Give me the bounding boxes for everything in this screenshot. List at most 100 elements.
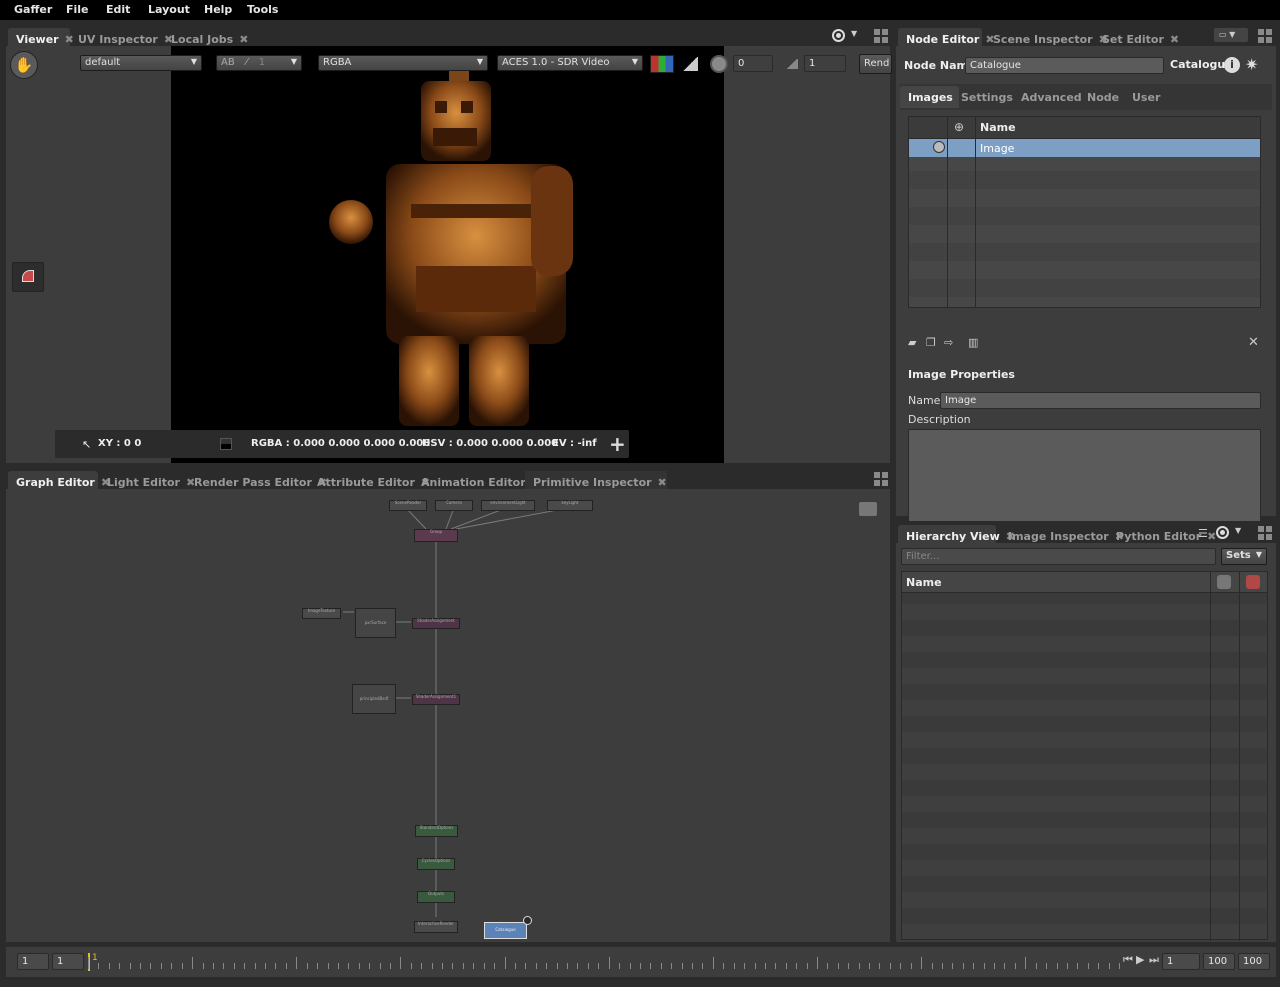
add-icon[interactable]: +	[609, 432, 626, 456]
layout-menu-button[interactable]: ▼	[832, 29, 862, 43]
timeline-tick	[1025, 957, 1026, 969]
duplicate-icon[interactable]: ❐	[926, 336, 936, 349]
menu-gaffer[interactable]: Gaffer	[14, 3, 52, 16]
layout-grid-icon[interactable]	[1258, 526, 1272, 540]
hierarchy-tree[interactable]: Name	[901, 571, 1268, 941]
node-outputs[interactable]: Outputs	[417, 891, 455, 903]
node-standard-options[interactable]: StandardOptions	[415, 825, 458, 837]
images-table: ⊕ Name Image	[908, 116, 1261, 308]
soft-clip-icon[interactable]	[682, 57, 698, 71]
node-name-field[interactable]: Catalogue	[965, 57, 1164, 74]
timeline-tick	[369, 963, 370, 969]
timeline-tick	[182, 963, 183, 969]
timeline-tick	[723, 963, 724, 969]
image-name-field[interactable]: Image	[940, 392, 1261, 409]
cursor-arrow-icon: ↖	[82, 438, 92, 451]
node-interactive-render[interactable]: InteractiveRender	[414, 921, 458, 933]
timeline-tick	[973, 963, 974, 969]
node-catalogue[interactable]: Catalogue	[484, 922, 527, 939]
node-key-light[interactable]: keyLight	[547, 500, 593, 511]
timeline-tick	[255, 963, 256, 969]
visibility-column-icon[interactable]	[1217, 575, 1231, 589]
timeline-slider[interactable]: 1	[88, 949, 1120, 975]
node-image-texture[interactable]: ImageTexture	[302, 608, 341, 619]
timeline-tick	[994, 963, 995, 969]
timeline-end-field[interactable]: 100	[1238, 953, 1270, 970]
remove-icon[interactable]: ✕	[1248, 335, 1259, 350]
hand-tool-icon[interactable]: ✋	[10, 51, 38, 79]
subtab-node[interactable]: Node	[1079, 86, 1119, 108]
menu-help[interactable]: Help	[204, 3, 232, 16]
node-shader-assignment[interactable]: ShaderAssignment	[412, 618, 460, 629]
export-icon[interactable]: ⇨	[944, 336, 953, 349]
menu-file[interactable]: File	[66, 3, 89, 16]
node-camera[interactable]: Camera	[435, 500, 473, 511]
close-icon[interactable]: ✖	[1207, 530, 1216, 543]
image-status-icon	[933, 141, 945, 153]
menu-tools[interactable]: Tools	[247, 3, 278, 16]
close-icon[interactable]: ✖	[239, 33, 248, 46]
pin-menu-button[interactable]: ▭ ▼	[1214, 28, 1248, 42]
node-principled-bsdf[interactable]: principledBsdf	[352, 684, 396, 714]
timeline-tick	[296, 957, 297, 969]
subtab-images[interactable]: Images	[900, 86, 959, 108]
wipe-icon[interactable]: ⁄	[246, 57, 248, 68]
render-button[interactable]: Rend	[859, 54, 892, 74]
node-shader-assignment-1[interactable]: ShaderAssignment1	[412, 694, 460, 705]
timeline-tick	[619, 963, 620, 969]
layout-grid-icon[interactable]	[1258, 29, 1272, 43]
node-scene-reader[interactable]: SceneReader	[389, 500, 427, 511]
subtab-settings[interactable]: Settings	[953, 86, 1013, 108]
graph-canvas[interactable]: SceneReader Camera environmentLight keyL…	[6, 489, 890, 942]
node-environment-light[interactable]: environmentLight	[481, 500, 535, 511]
table-row[interactable]: Image	[909, 139, 1260, 157]
menu-layout[interactable]: Layout	[148, 3, 190, 16]
filter-input[interactable]: Filter...	[901, 548, 1216, 565]
pin-icon[interactable]: ▥	[968, 336, 978, 349]
compare-controls[interactable]: AB ⁄ 1 ▼	[216, 55, 302, 71]
current-frame-field[interactable]: 1	[1162, 953, 1200, 970]
playback-start-field[interactable]: 1	[52, 953, 84, 970]
gamma-field[interactable]: 1	[804, 55, 846, 72]
inclusion-column-icon[interactable]	[1246, 575, 1260, 589]
channel-mode-dropdown[interactable]: RGBA ▼	[318, 55, 488, 71]
layout-grid-icon[interactable]	[874, 29, 888, 43]
wipe-value[interactable]: 1	[259, 57, 265, 68]
channel-select-icon[interactable]	[650, 55, 674, 73]
timeline-tick	[630, 963, 631, 969]
timeline-tick	[1046, 963, 1047, 969]
gamma-icon[interactable]	[786, 59, 798, 69]
subtab-user[interactable]: User	[1124, 86, 1160, 108]
timeline-tick	[150, 963, 151, 969]
node-pxr-surface[interactable]: pxrSurface	[355, 608, 396, 638]
exposure-field[interactable]: 0	[733, 55, 773, 72]
info-icon[interactable]: i	[1224, 57, 1240, 73]
aperture-icon[interactable]	[710, 55, 728, 73]
play-icon[interactable]: ▶	[1136, 953, 1144, 966]
display-transform-dropdown[interactable]: ACES 1.0 - SDR Video ▼	[497, 55, 643, 71]
node-cycles-options[interactable]: CyclesOptions	[417, 858, 455, 870]
close-icon[interactable]: ✖	[658, 476, 667, 489]
gear-icon[interactable]: ✷	[1245, 55, 1258, 74]
camera-dropdown[interactable]: default ▼	[80, 55, 202, 71]
layout-grid-icon[interactable]	[874, 472, 888, 486]
node-group[interactable]: Group	[414, 529, 458, 542]
timeline-tick	[984, 963, 985, 969]
close-icon[interactable]: ✖	[1170, 33, 1179, 46]
timeline-tick	[786, 963, 787, 969]
crop-tool-button[interactable]	[12, 262, 44, 292]
subtab-advanced[interactable]: Advanced	[1013, 86, 1082, 108]
focus-menu-button[interactable]: ▼	[1216, 526, 1246, 540]
jump-start-icon[interactable]: ⏮	[1123, 953, 1133, 967]
sets-dropdown[interactable]: Sets ▼	[1221, 548, 1267, 565]
description-field[interactable]	[908, 429, 1261, 528]
jump-end-icon[interactable]: ⏭	[1149, 953, 1159, 967]
ev-readout: EV : -inf	[552, 438, 597, 449]
folder-icon[interactable]: ▰	[908, 336, 916, 349]
playback-end-field[interactable]: 100	[1203, 953, 1235, 970]
menu-edit[interactable]: Edit	[106, 3, 130, 16]
ab-compare-button[interactable]: AB	[221, 57, 235, 68]
tab-list-icon[interactable]: ☰	[1198, 527, 1208, 540]
timeline-start-field[interactable]: 1	[17, 953, 49, 970]
timeline-tick	[838, 963, 839, 969]
